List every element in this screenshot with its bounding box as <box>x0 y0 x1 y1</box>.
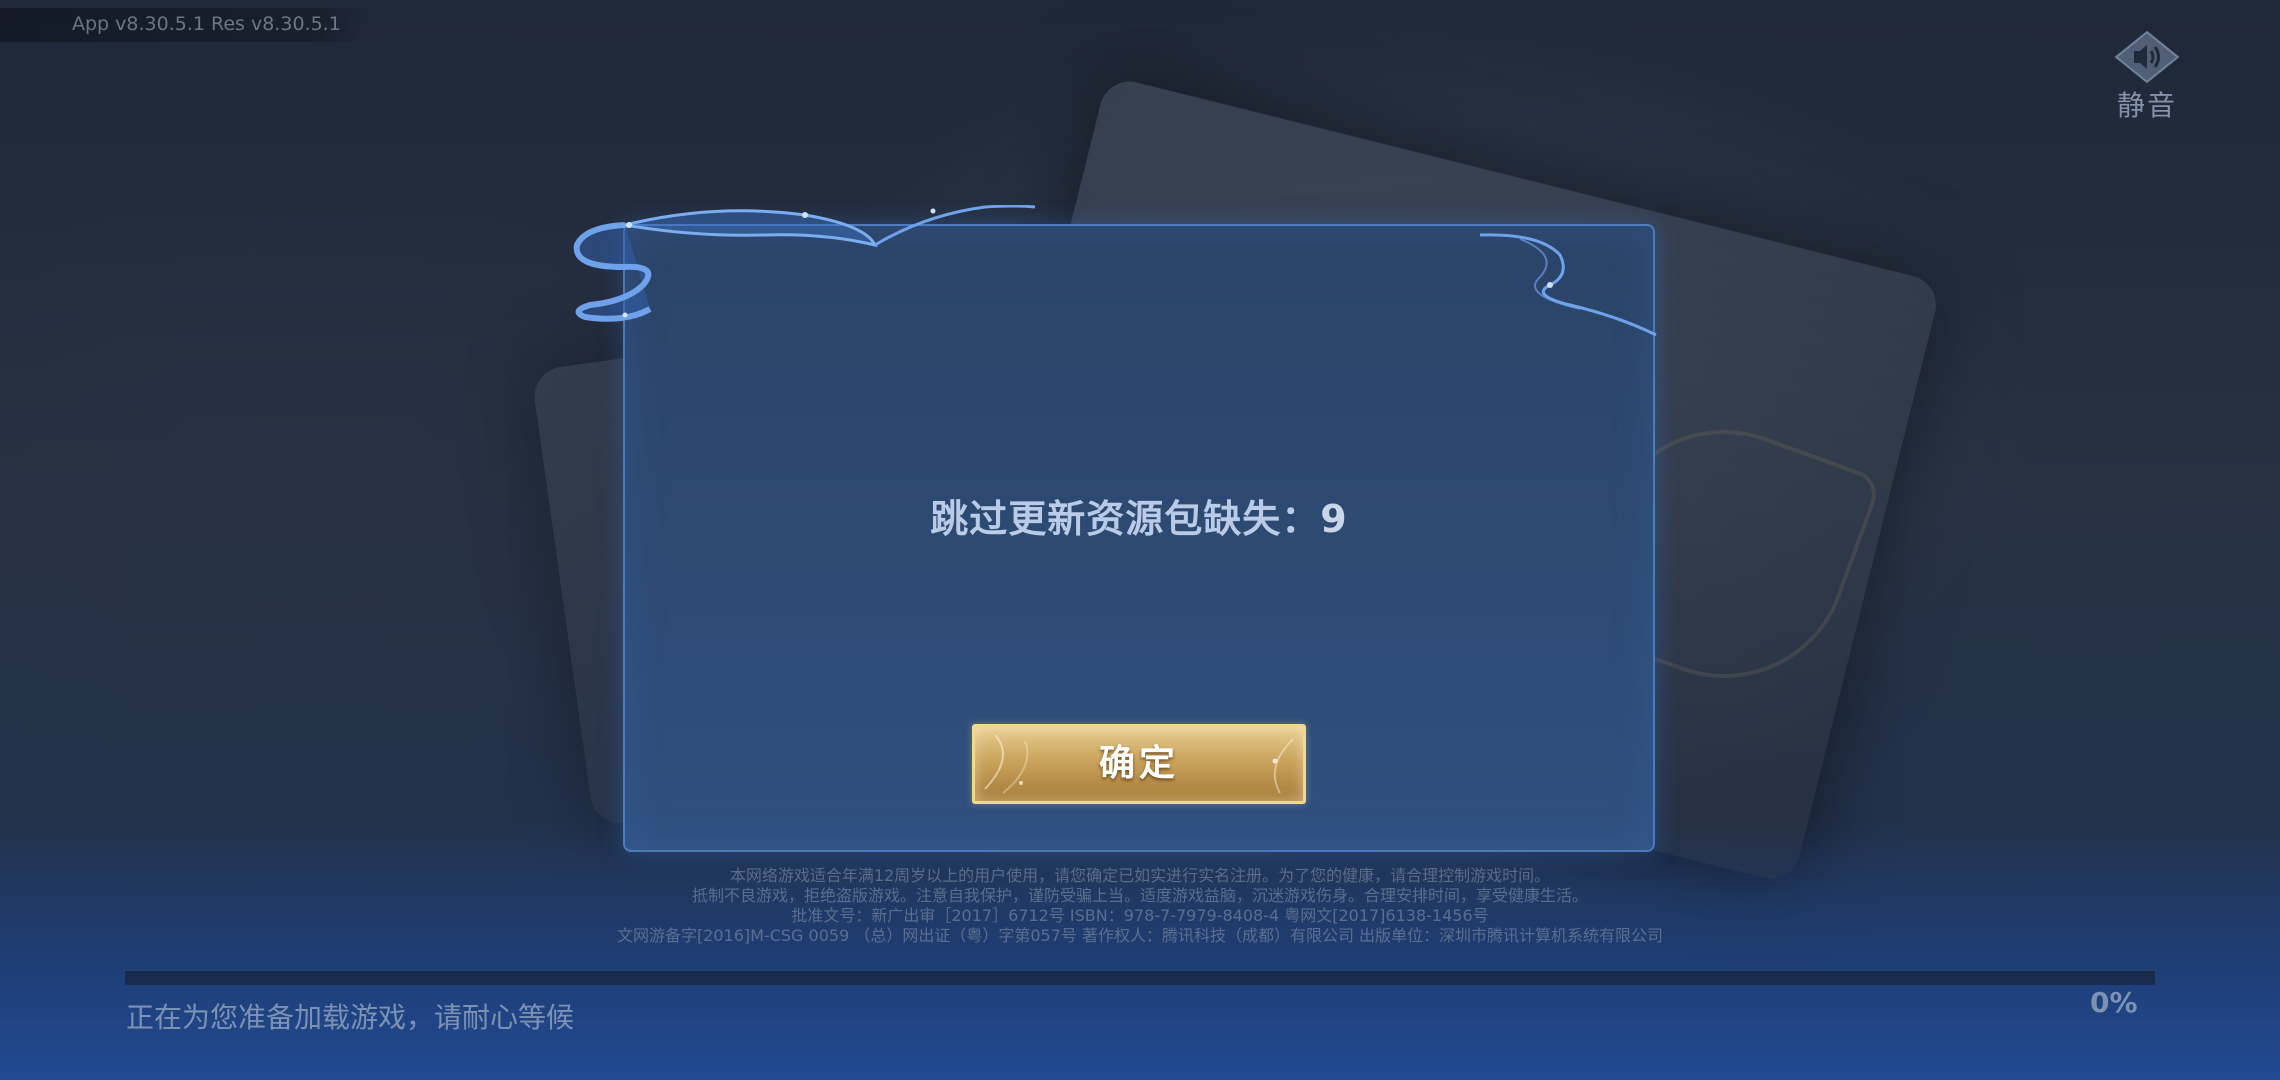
dialog-message-text: 跳过更新资源包缺失： <box>930 497 1321 541</box>
bottom-glow <box>0 820 2280 1080</box>
game-loading-screen: App v8.30.5.1 Res v8.30.5.1 静音 跳过更新资源包缺失… <box>0 0 2280 1080</box>
confirm-label: 确定 <box>1098 743 1179 784</box>
loading-status-text: 正在为您准备加载游戏，请耐心等候 <box>126 1001 575 1034</box>
mute-button[interactable]: 静音 <box>2100 30 2194 124</box>
notice-line: 本网络游戏适合年满12周岁以上的用户使用，请您确定已如实进行实名注册。为了您的健… <box>729 866 1551 885</box>
legal-notice: 本网络游戏适合年满12周岁以上的用户使用，请您确定已如实进行实名注册。为了您的健… <box>500 866 1780 946</box>
speaker-icon <box>2114 30 2180 84</box>
mute-label: 静音 <box>2116 89 2177 122</box>
version-info: App v8.30.5.1 Res v8.30.5.1 <box>72 13 341 35</box>
notice-line: 文网游备字[2016]M-CSG 0059 （总）网出证（粤）字第057号 著作… <box>616 926 1664 945</box>
loading-progress-bar <box>125 970 2155 985</box>
missing-count: 9 <box>1320 497 1348 541</box>
confirm-button[interactable]: 确定 <box>972 724 1306 804</box>
cloud-swirl-decoration <box>1480 233 1657 337</box>
loading-percent: 0% <box>2090 986 2138 1019</box>
notice-line: 批准文号：新广出审［2017］6712号 ISBN：978-7-7979-840… <box>791 906 1489 925</box>
cloud-swirl-decoration <box>573 205 1035 322</box>
notice-line: 抵制不良游戏，拒绝盗版游戏。注意自我保护，谨防受骗上当。适度游戏益脑，沉迷游戏伤… <box>691 886 1588 905</box>
dialog-message: 跳过更新资源包缺失：9 <box>625 488 1653 543</box>
